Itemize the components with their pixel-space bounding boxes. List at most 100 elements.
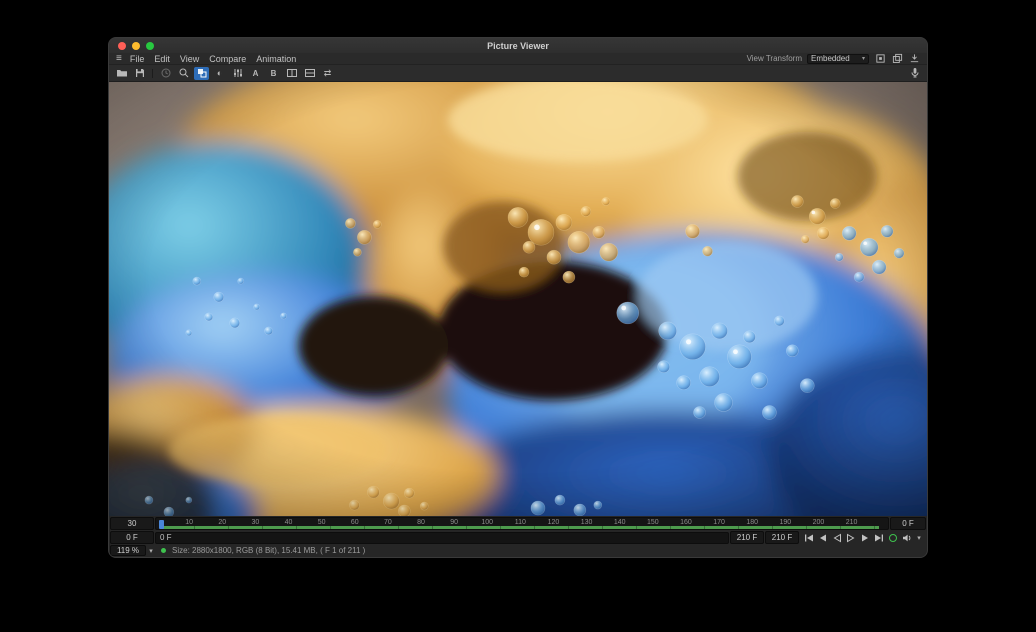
folder-icon — [116, 67, 128, 79]
float-window-icon[interactable] — [891, 53, 903, 64]
goto-start-button[interactable] — [803, 532, 814, 543]
loop-button[interactable] — [887, 532, 898, 543]
menu-item[interactable]: Compare — [209, 54, 246, 64]
compare-ab-button[interactable] — [194, 67, 209, 80]
levels-button[interactable] — [230, 67, 245, 80]
zoom-tool-button[interactable] — [176, 67, 191, 80]
timeline-tick-label: 190 — [779, 519, 791, 526]
timeline-tick-label: 150 — [647, 519, 659, 526]
timeline-ruler[interactable]: 1020304050607080901001101201301401501601… — [155, 517, 889, 530]
timeline-row: 30 1020304050607080901001101201301401501… — [109, 516, 927, 530]
contrast-icon: ◐ — [217, 68, 222, 78]
play-reverse-button[interactable] — [831, 532, 842, 543]
status-info: Size: 2880x1800, RGB (8 Bit), 15.41 MB, … — [172, 546, 365, 555]
history-icon — [160, 67, 172, 79]
split-horizontal-button[interactable] — [284, 67, 299, 80]
zoom-dropdown-icon[interactable]: ▾ — [147, 547, 155, 555]
timeline-tick-label: 110 — [515, 519, 526, 526]
timeline-tick-label: 130 — [581, 519, 593, 526]
floppy-icon — [134, 67, 146, 79]
fit-view-icon[interactable] — [874, 53, 886, 64]
close-window-icon[interactable] — [118, 42, 126, 50]
range-marker-label[interactable]: 0 F — [160, 533, 172, 542]
menu-item[interactable]: Animation — [256, 54, 296, 64]
save-image-button[interactable] — [132, 67, 147, 80]
range-end-field-2[interactable]: 210 F — [765, 531, 799, 544]
play-reverse-icon — [832, 533, 842, 543]
menu-item[interactable]: View — [180, 54, 199, 64]
minimize-window-icon[interactable] — [132, 42, 140, 50]
timeline-tick-label: 120 — [548, 519, 560, 526]
timeline-tick-label: 140 — [614, 519, 626, 526]
contrast-button[interactable]: ◐ — [212, 67, 227, 80]
timeline-tick-label: 20 — [218, 519, 226, 526]
split-horizontal-icon — [286, 67, 298, 79]
transport-controls: ▾ — [800, 532, 926, 543]
step-forward-icon — [860, 533, 870, 543]
step-back-icon — [818, 533, 828, 543]
playhead[interactable] — [159, 520, 164, 529]
compare-ab-icon — [196, 67, 208, 79]
picture-viewer-window: Picture Viewer ≡ File Edit View Compare Anim… — [108, 37, 928, 558]
toolbar: ◐ A B ⇄ — [109, 65, 927, 82]
split-vertical-button[interactable] — [302, 67, 317, 80]
audio-button[interactable] — [901, 532, 912, 543]
timeline-tick-label: 180 — [746, 519, 758, 526]
desktop-background: Picture Viewer ≡ File Edit View Compare Anim… — [0, 0, 1036, 632]
loop-icon — [889, 534, 897, 542]
status-dot-icon — [161, 548, 166, 553]
window-title: Picture Viewer — [109, 41, 927, 51]
traffic-lights — [118, 42, 154, 50]
menu-icon[interactable]: ≡ — [116, 54, 122, 64]
view-transform-select[interactable]: Embedded ▾ — [807, 54, 869, 64]
goto-end-button[interactable] — [873, 532, 884, 543]
play-icon — [846, 533, 856, 543]
rendered-image — [109, 82, 927, 516]
microphone-icon — [909, 67, 921, 79]
range-start-field[interactable]: 0 F — [110, 531, 154, 544]
speaker-icon — [902, 533, 912, 543]
range-end-field[interactable]: 210 F — [730, 531, 764, 544]
timeline-tick-label: 10 — [185, 519, 193, 526]
swap-ab-button[interactable]: ⇄ — [320, 67, 335, 80]
export-image-icon[interactable] — [908, 53, 920, 64]
timeline-tick-label: 100 — [481, 519, 493, 526]
magnifier-icon — [178, 67, 190, 79]
menu-item[interactable]: Edit — [154, 54, 170, 64]
step-back-button[interactable] — [817, 532, 828, 543]
levels-icon — [232, 67, 244, 79]
timeline-tick-label: 40 — [285, 519, 293, 526]
current-frame-field[interactable]: 0 F — [890, 517, 926, 530]
timeline-tick-label: 50 — [318, 519, 326, 526]
timeline-tick-label: 200 — [813, 519, 825, 526]
history-button[interactable] — [158, 67, 173, 80]
titlebar[interactable]: Picture Viewer — [109, 38, 927, 53]
zoom-field[interactable]: 119 % — [110, 545, 146, 556]
range-row: 0 F 0 F 210 F 210 F — [109, 530, 927, 544]
timeline-tick-label: 210 — [846, 519, 858, 526]
version-b-button[interactable]: B — [266, 67, 281, 80]
timeline-tick-label: 70 — [384, 519, 392, 526]
image-viewport[interactable] — [109, 82, 927, 516]
toolbar-separator — [152, 69, 153, 78]
timeline-ticks: 1020304050607080901001101201301401501601… — [156, 518, 888, 529]
fps-field[interactable]: 30 — [110, 517, 154, 530]
timeline-tick-label: 60 — [351, 519, 359, 526]
swap-ab-icon: ⇄ — [324, 68, 332, 79]
open-file-button[interactable] — [114, 67, 129, 80]
step-forward-button[interactable] — [859, 532, 870, 543]
transport-options-icon[interactable]: ▾ — [915, 534, 923, 542]
view-transform-value: Embedded — [811, 54, 850, 63]
menubar-right: View Transform Embedded ▾ — [747, 53, 920, 64]
timeline-tick-label: 170 — [713, 519, 725, 526]
play-button[interactable] — [845, 532, 856, 543]
goto-end-icon — [874, 533, 884, 543]
timeline-tick-label: 160 — [680, 519, 692, 526]
menubar: ≡ File Edit View Compare Animation View Tran… — [109, 53, 927, 65]
microphone-button[interactable] — [907, 67, 922, 80]
version-a-button[interactable]: A — [248, 67, 263, 80]
zoom-window-icon[interactable] — [146, 42, 154, 50]
preview-range-strip[interactable]: 0 F — [155, 532, 729, 544]
menu-item[interactable]: File — [130, 54, 145, 64]
view-transform-label: View Transform — [747, 54, 802, 63]
